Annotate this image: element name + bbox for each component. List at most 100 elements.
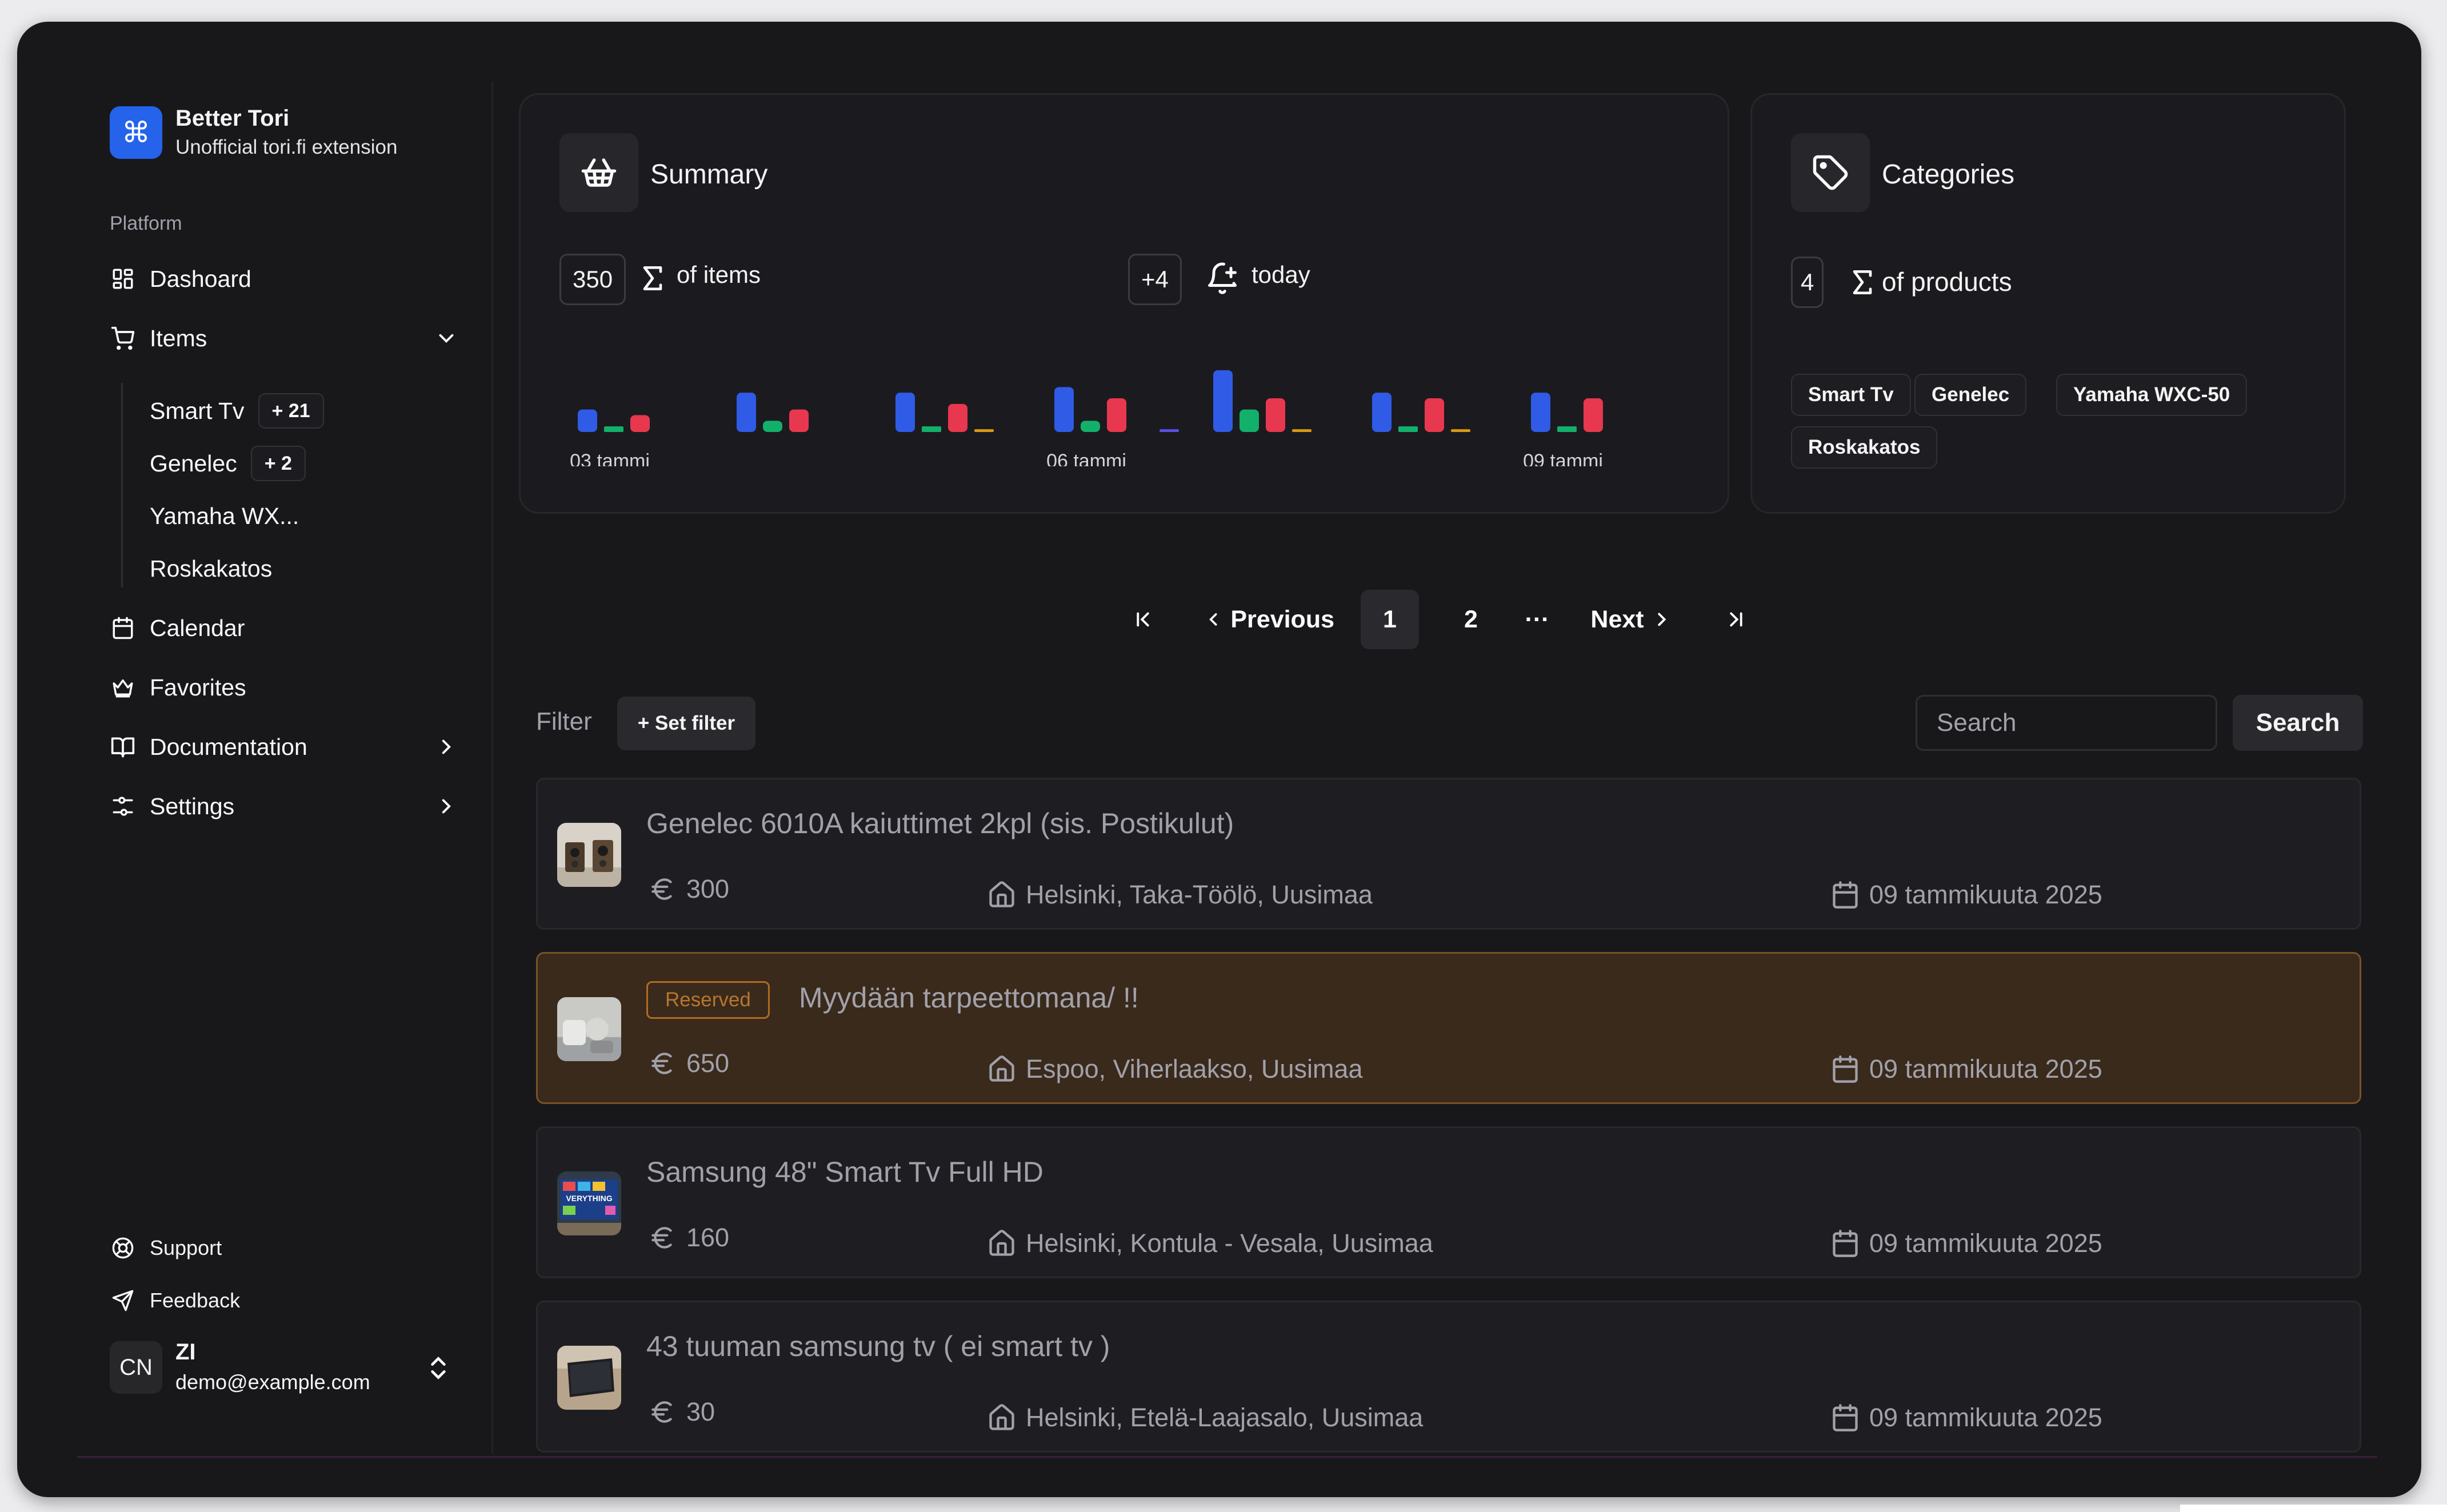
lifebuoy-icon [110, 1235, 136, 1261]
euro-icon [646, 1047, 678, 1079]
chart-bar [974, 429, 994, 432]
chevron-last-icon [1730, 612, 1742, 627]
chart-bar [1240, 409, 1259, 432]
calendar-icon [110, 615, 136, 641]
listing-thumbnail [557, 1346, 621, 1410]
sidebar-item-dashboard[interactable]: Dashoard [110, 259, 475, 299]
sidebar-item-label: Settings [150, 793, 235, 819]
tag-icon [1791, 133, 1870, 212]
sidebar-item-documentation[interactable]: Documentation [110, 727, 475, 767]
crown-icon [110, 674, 136, 701]
feedback-link[interactable]: Feedback [110, 1283, 240, 1318]
price-value: 30 [686, 1397, 715, 1426]
sigma-icon [1853, 270, 1872, 294]
chart-bar [948, 403, 967, 432]
chart-bar [1292, 429, 1312, 432]
previous-button[interactable]: Previous [1203, 590, 1334, 649]
calendar-icon [1829, 1053, 1861, 1085]
category-tag[interactable]: Genelec [1914, 374, 2027, 416]
category-count-label: of products [1882, 267, 2012, 297]
listing-date: 09 tammikuuta 2025 [1829, 1053, 2102, 1085]
chevron-down-icon[interactable] [434, 326, 458, 350]
brand-subtitle: Unofficial tori.fi extension [175, 136, 398, 158]
next-label: Next [1590, 605, 1644, 633]
list-item[interactable]: Genelec 6010A kaiuttimet 2kpl (sis. Post… [536, 778, 2361, 930]
sidebar-item-settings[interactable]: Settings [110, 786, 475, 826]
dashboard-icon [110, 266, 136, 292]
category-tag[interactable]: Smart Tv [1791, 374, 1911, 416]
chevron-right-icon[interactable] [434, 735, 458, 759]
command-icon[interactable]: ⌘ [110, 106, 162, 159]
calendar-icon [1829, 1402, 1861, 1434]
chart-bar [1107, 398, 1126, 432]
listing-title[interactable]: Genelec 6010A kaiuttimet 2kpl (sis. Post… [646, 807, 1234, 840]
chart-bar [1266, 398, 1285, 432]
price-value: 300 [686, 874, 730, 903]
chart-bar [1425, 398, 1444, 432]
list-item[interactable]: 43 tuuman samsung tv ( ei smart tv ) 30 … [536, 1301, 2361, 1453]
listing-title[interactable]: 43 tuuman samsung tv ( ei smart tv ) [646, 1330, 1110, 1363]
list-item[interactable]: Reserved Myydään tarpeettomana/ !! 650 E… [536, 952, 2361, 1104]
today-label: today [1252, 261, 1310, 288]
sidebar-item-favorites[interactable]: Favorites [110, 667, 475, 707]
sigma-icon [643, 266, 662, 290]
sidebar-item-label: Smart Tv [150, 397, 245, 424]
euro-icon [646, 1396, 678, 1428]
summary-card: Summary 350 of items +4 today 03 tammi 06… [519, 93, 1729, 514]
sidebar-item-calendar[interactable]: Calendar [110, 608, 475, 648]
pagination-ellipsis: ··· [1525, 605, 1550, 633]
sidebar-item-label: Yamaha WX... [150, 502, 299, 529]
listing-date: 09 tammikuuta 2025 [1829, 1227, 2102, 1259]
location-value: Helsinki, Etelä-Laajasalo, Uusimaa [1026, 1403, 1424, 1432]
price-value: 160 [686, 1223, 730, 1252]
category-tag[interactable]: Roskakatos [1791, 426, 1938, 469]
location-value: Espoo, Viherlaakso, Uusimaa [1026, 1054, 1363, 1083]
page-button-1[interactable]: 1 [1361, 590, 1419, 649]
listing-title[interactable]: Samsung 48" Smart Tv Full HD [646, 1155, 1043, 1189]
chevron-right-icon [1657, 613, 1666, 626]
category-tag[interactable]: Yamaha WXC-50 [2056, 374, 2248, 416]
book-open-icon [110, 734, 136, 760]
chart-bar [1398, 426, 1418, 432]
previous-label: Previous [1230, 605, 1334, 633]
chart-bar [922, 426, 941, 432]
listing-location: Helsinki, Kontula - Vesala, Uusimaa [986, 1227, 1433, 1259]
reserved-badge: Reserved [646, 981, 770, 1019]
price-value: 650 [686, 1049, 730, 1078]
sidebar-subitem-smart-tv[interactable]: Smart Tv + 21 [150, 391, 324, 431]
search-button[interactable]: Search [2233, 695, 2363, 751]
listing-date: 09 tammikuuta 2025 [1829, 1402, 2102, 1434]
chevron-right-icon[interactable] [434, 794, 458, 818]
sidebar: ⌘ Better Tori Unofficial tori.fi extensi… [17, 22, 491, 1497]
chevrons-up-down-icon[interactable] [424, 1354, 453, 1382]
chart-bar [789, 409, 809, 432]
categories-title: Categories [1882, 159, 2015, 190]
sidebar-item-items[interactable]: Items [110, 318, 475, 358]
listing-title[interactable]: Myydään tarpeettomana/ !! [799, 981, 1139, 1014]
chart-bar [578, 409, 597, 432]
search-input[interactable] [1916, 695, 2217, 751]
first-page-button[interactable] [1117, 590, 1169, 649]
sidebar-subitem-roskakatos[interactable]: Roskakatos [150, 549, 272, 589]
avatar[interactable]: CN [110, 1341, 162, 1394]
chart-bar [630, 415, 650, 432]
list-item[interactable]: VERYTHING Samsung 48" Smart Tv Full HD 1… [536, 1126, 2361, 1278]
support-link[interactable]: Support [110, 1231, 222, 1265]
brand-name: Better Tori [175, 106, 290, 131]
date-value: 09 tammikuuta 2025 [1869, 1229, 2102, 1258]
chart-tick-label: 06 tammi [1046, 450, 1126, 466]
page-button-2[interactable]: 2 [1442, 590, 1500, 649]
sidebar-subitem-genelec[interactable]: Genelec + 2 [150, 443, 306, 483]
chart-bar [1159, 429, 1179, 432]
chart-bar [1372, 393, 1392, 432]
date-value: 09 tammikuuta 2025 [1869, 1403, 2102, 1432]
chart-bar [1451, 429, 1470, 432]
user-name: ZI [175, 1339, 196, 1365]
sidebar-subitem-yamaha[interactable]: Yamaha WX... [150, 496, 299, 536]
next-button[interactable]: Next [1583, 590, 1680, 649]
chart-tick-label: 03 tammi [570, 450, 650, 466]
categories-card: Categories 4 of products Smart Tv Genele… [1750, 93, 2346, 514]
last-page-button[interactable] [1710, 590, 1762, 649]
euro-icon [646, 873, 678, 905]
set-filter-button[interactable]: + Set filter [617, 697, 755, 750]
